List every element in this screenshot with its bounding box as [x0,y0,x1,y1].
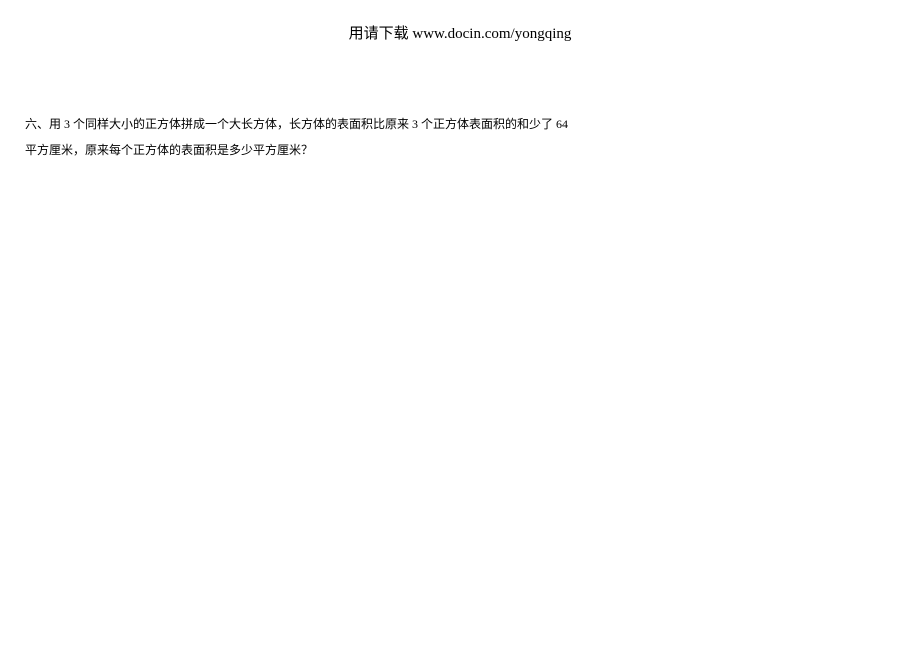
question-paragraph: 六、用 3 个同样大小的正方体拼成一个大长方体，长方体的表面积比原来 3 个正方… [25,111,895,164]
question-line-2: 平方厘米，原来每个正方体的表面积是多少平方厘米？ [25,143,313,157]
page-header: 用请下载 www.docin.com/yongqing [0,0,920,43]
document-content: 六、用 3 个同样大小的正方体拼成一个大长方体，长方体的表面积比原来 3 个正方… [0,43,920,164]
header-text: 用请下载 www.docin.com/yongqing [349,26,572,42]
question-line-1: 六、用 3 个同样大小的正方体拼成一个大长方体，长方体的表面积比原来 3 个正方… [25,117,568,131]
